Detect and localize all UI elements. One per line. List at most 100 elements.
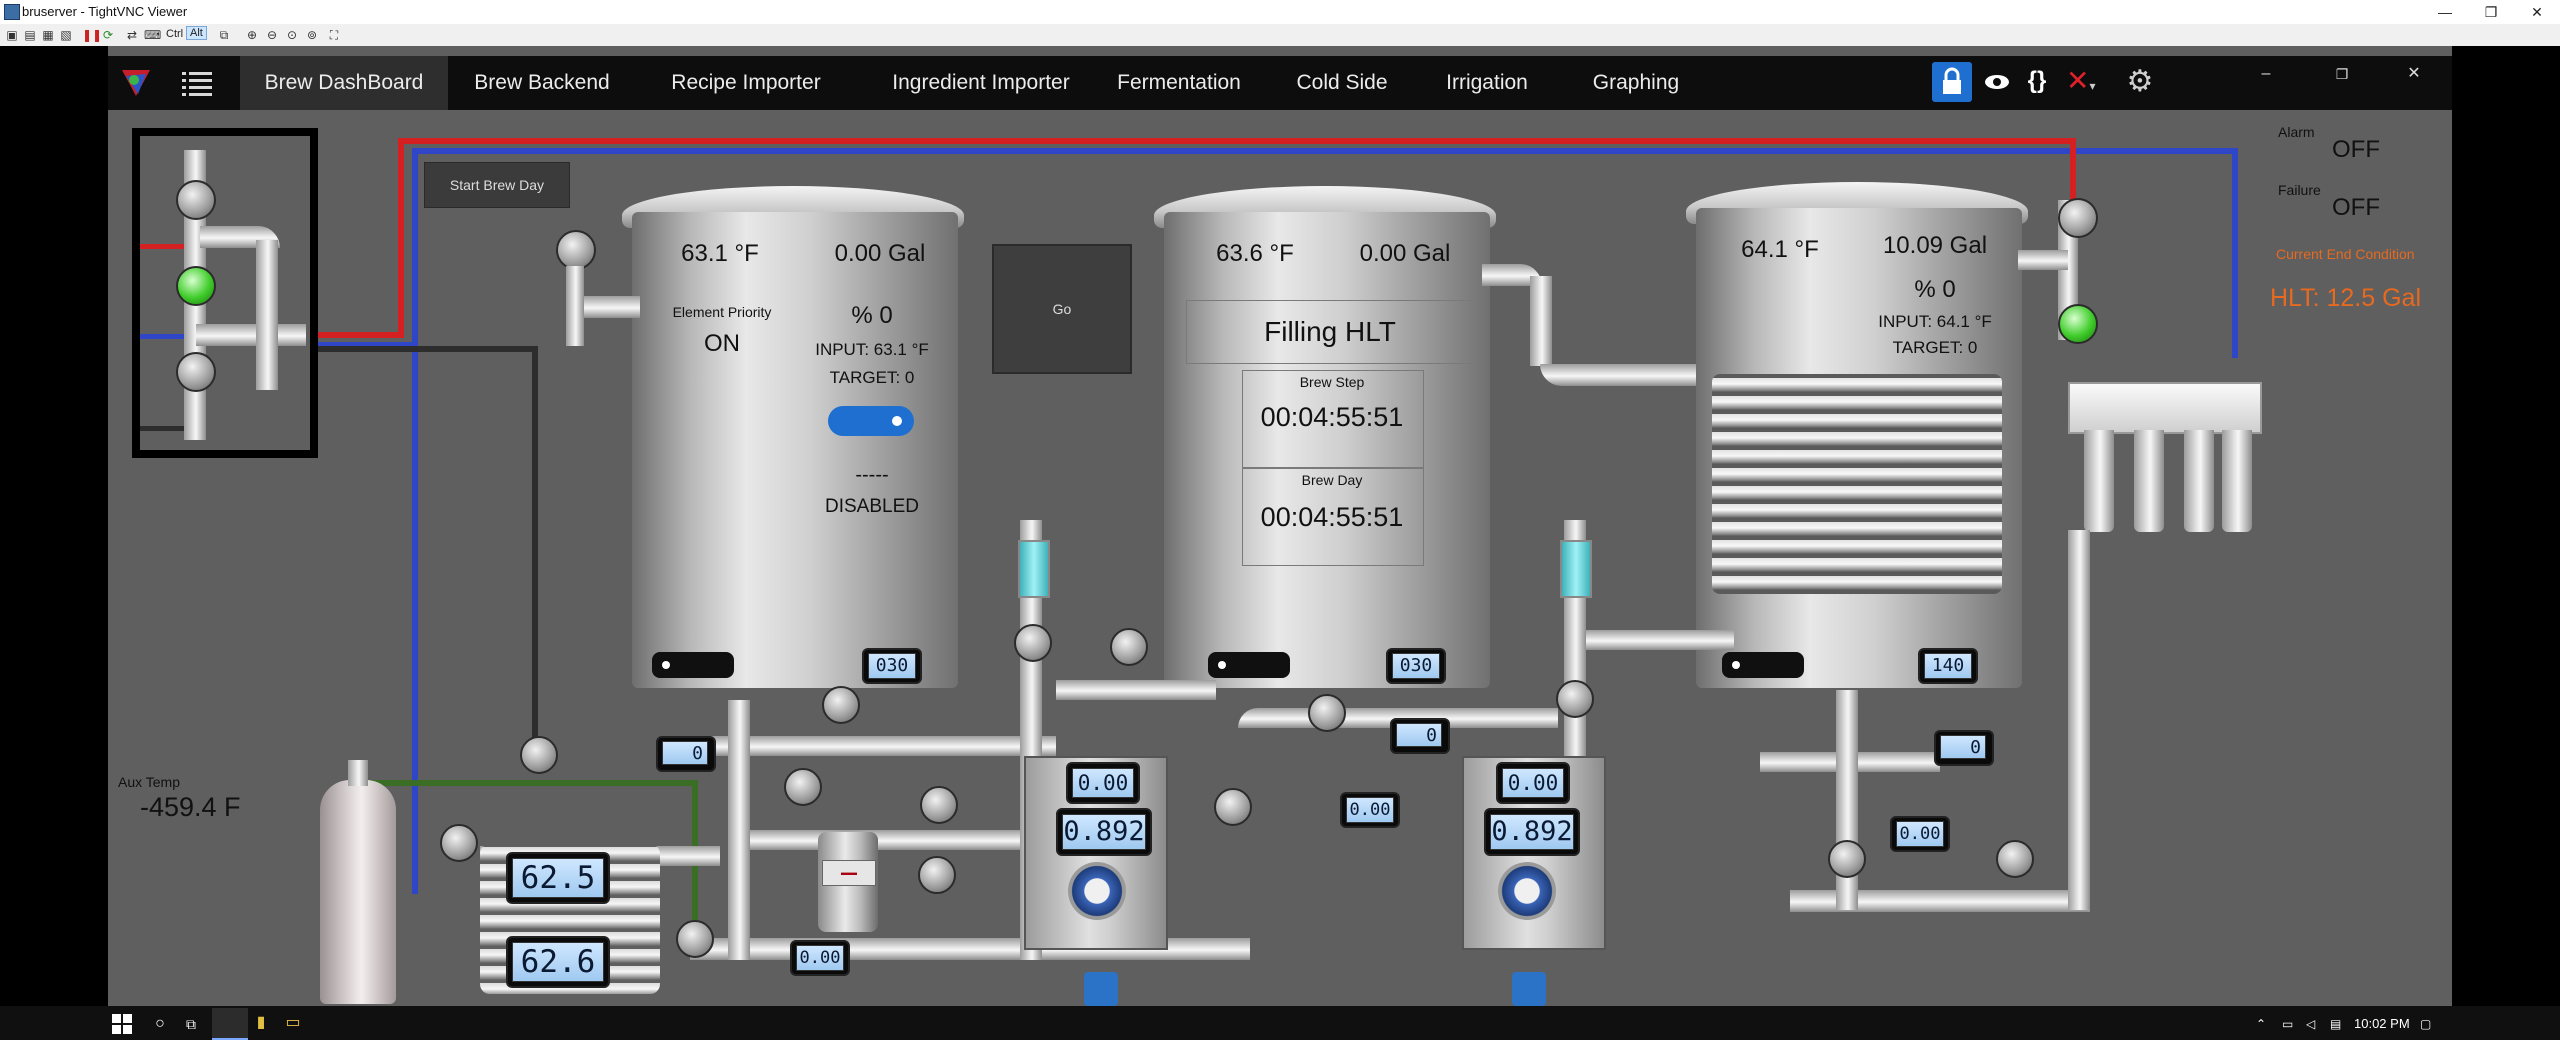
lower-valve-11[interactable] (1308, 694, 1346, 732)
aux-temp-value: -459.4 F (140, 792, 241, 822)
failure-value: OFF (2332, 194, 2380, 221)
vnc-toolbar: ▣ ▤ ▦ ▧ ❚❚ ⟳ ⇄ ⌨ Ctrl Alt ⧉ ⊕ ⊖ ⊙ ⊚ ⛶ (0, 24, 2560, 47)
black-line-vertical (532, 346, 538, 746)
tab-cold-side[interactable]: Cold Side (1282, 56, 1402, 110)
eye-icon[interactable] (1984, 72, 2010, 92)
zoom-in-icon[interactable]: ⊕ (244, 27, 260, 43)
small-readout-mid: 0.00 (1340, 792, 1400, 828)
start-brew-day-button[interactable]: Start Brew Day (424, 162, 570, 208)
tab-ingredient-importer[interactable]: Ingredient Importer (862, 56, 1100, 110)
flow-readout-left: 0 (656, 736, 716, 772)
notifications-icon[interactable]: ▢ (2420, 1014, 2438, 1034)
alt-toggle[interactable]: Alt (186, 26, 207, 40)
ctrl-alt-del-icon[interactable]: ⇄ (124, 27, 140, 43)
lower-valve-7[interactable] (918, 856, 956, 894)
lower-valve-8[interactable] (440, 824, 478, 862)
minimize-button[interactable]: — (2422, 0, 2468, 24)
cold-line-right (2232, 148, 2238, 358)
filter-canister-2 (2134, 430, 2164, 532)
volume-icon[interactable]: ◁ (2306, 1014, 2324, 1034)
taskbar-app-vnc[interactable] (212, 1008, 248, 1040)
app-close-icon[interactable]: ✕ (2402, 62, 2426, 86)
app-restore-icon[interactable]: ❐ (2330, 62, 2354, 86)
manifold-valve-3[interactable] (176, 352, 216, 392)
hot-line-manifold (318, 332, 404, 338)
disconnect-icon[interactable]: ✕▾ (2066, 66, 2102, 96)
zoom-out-icon[interactable]: ⊖ (264, 27, 280, 43)
tab-recipe-importer[interactable]: Recipe Importer (648, 56, 844, 110)
lower-valve-6[interactable] (920, 786, 958, 824)
ctrl-esc-icon[interactable]: ⌨ (144, 27, 161, 43)
tank1-toggle-knob (892, 416, 902, 426)
tank2-to-coil-pipe (1540, 364, 1700, 386)
start-icon[interactable] (112, 1014, 132, 1034)
file-explorer-icon[interactable]: ▭ (282, 1012, 304, 1034)
manifold-black-stub (140, 426, 184, 431)
tab-brew-dashboard[interactable]: Brew DashBoard (240, 56, 448, 110)
tank1-dashes: ----- (855, 464, 889, 486)
tank2-outlet-down (1530, 276, 1552, 366)
restore-button[interactable]: ❐ (2468, 0, 2514, 24)
manifold-valve-2[interactable] (176, 266, 216, 306)
tank1-inlet-valve[interactable] (556, 230, 596, 270)
search-icon[interactable]: ○ (150, 1014, 170, 1034)
vnc-title-bar: bruserver - TightVNC Viewer — ❐ ✕ (0, 0, 2560, 25)
braces-icon[interactable]: {} (2020, 66, 2054, 96)
tank3-green-valve[interactable] (2058, 304, 2098, 344)
tray-up-icon[interactable]: ⌃ (2256, 1014, 2274, 1034)
tank3-top-valve[interactable] (2058, 198, 2098, 238)
tab-graphing[interactable]: Graphing (1578, 56, 1694, 110)
lower-valve-5[interactable] (784, 768, 822, 806)
transfer-icon[interactable]: ⧉ (216, 27, 232, 43)
tank1-enable-toggle[interactable] (828, 406, 914, 436)
save-icon[interactable]: ▤ (22, 27, 38, 43)
zoom-fit-icon[interactable]: ⊚ (304, 27, 320, 43)
tab-brew-backend[interactable]: Brew Backend (458, 56, 626, 110)
tab-irrigation[interactable]: Irrigation (1432, 56, 1542, 110)
riser-pipe-5 (728, 700, 750, 960)
taskbar-app-icon-2[interactable]: ▮ (250, 1012, 272, 1034)
tab-fermentation[interactable]: Fermentation (1104, 56, 1254, 110)
flow-readout-right: 0 (1934, 730, 1994, 766)
lower-valve-3[interactable] (822, 686, 860, 724)
hot-line-left (398, 138, 404, 338)
lower-valve-1[interactable] (1014, 624, 1052, 662)
lower-valve-13[interactable] (1828, 840, 1866, 878)
tank3-temp: 64.1 °F (1741, 236, 1819, 263)
sight-glass-2 (1560, 540, 1592, 598)
task-view-icon[interactable]: ⧉ (180, 1014, 202, 1034)
aux-temp-label: Aux Temp (118, 774, 180, 790)
lower-valve-14[interactable] (1996, 840, 2034, 878)
network-icon[interactable]: ▭ (2282, 1014, 2300, 1034)
ctrl-toggle[interactable]: Ctrl (166, 28, 183, 40)
fullscreen-icon[interactable]: ⛶ (326, 27, 342, 43)
failure-label: Failure (2278, 182, 2321, 198)
close-window-button[interactable]: ✕ (2514, 0, 2560, 24)
tank2-volume: 0.00 Gal (1359, 240, 1451, 267)
manifold-valve-1[interactable] (176, 180, 216, 220)
app-minimize-icon[interactable]: – (2254, 62, 2278, 86)
zoom-100-icon[interactable]: ⊙ (284, 27, 300, 43)
refresh-icon[interactable]: ⟳ (100, 27, 116, 43)
window-title: bruserver - TightVNC Viewer (22, 4, 188, 19)
lower-valve-4[interactable] (520, 736, 558, 774)
lower-valve-2[interactable] (1110, 628, 1148, 666)
go-button[interactable]: Go (992, 244, 1132, 374)
info-icon[interactable]: ▧ (58, 27, 74, 43)
new-connection-icon[interactable]: ▣ (4, 27, 20, 43)
options-icon[interactable]: ▦ (40, 27, 56, 43)
pump2-logo-badge (1498, 862, 1556, 920)
riser-pipe-4 (2068, 530, 2090, 910)
settings-gear-icon[interactable]: ⚙ (2124, 66, 2156, 98)
lower-valve-12[interactable] (1556, 680, 1594, 718)
keyboard-icon[interactable]: ▤ (2330, 1014, 2348, 1034)
lower-valve-10[interactable] (1214, 788, 1252, 826)
lower-valve-9[interactable] (676, 920, 714, 958)
hamburger-menu-icon[interactable] (182, 70, 212, 96)
filter-canister-4 (2222, 430, 2252, 532)
tank3-element-indicator (1722, 652, 1804, 678)
lock-icon[interactable] (1932, 62, 1972, 102)
manifold-hot-stub (140, 244, 184, 249)
pause-icon[interactable]: ❚❚ (82, 27, 102, 43)
manifold-cold-stub (140, 334, 184, 339)
